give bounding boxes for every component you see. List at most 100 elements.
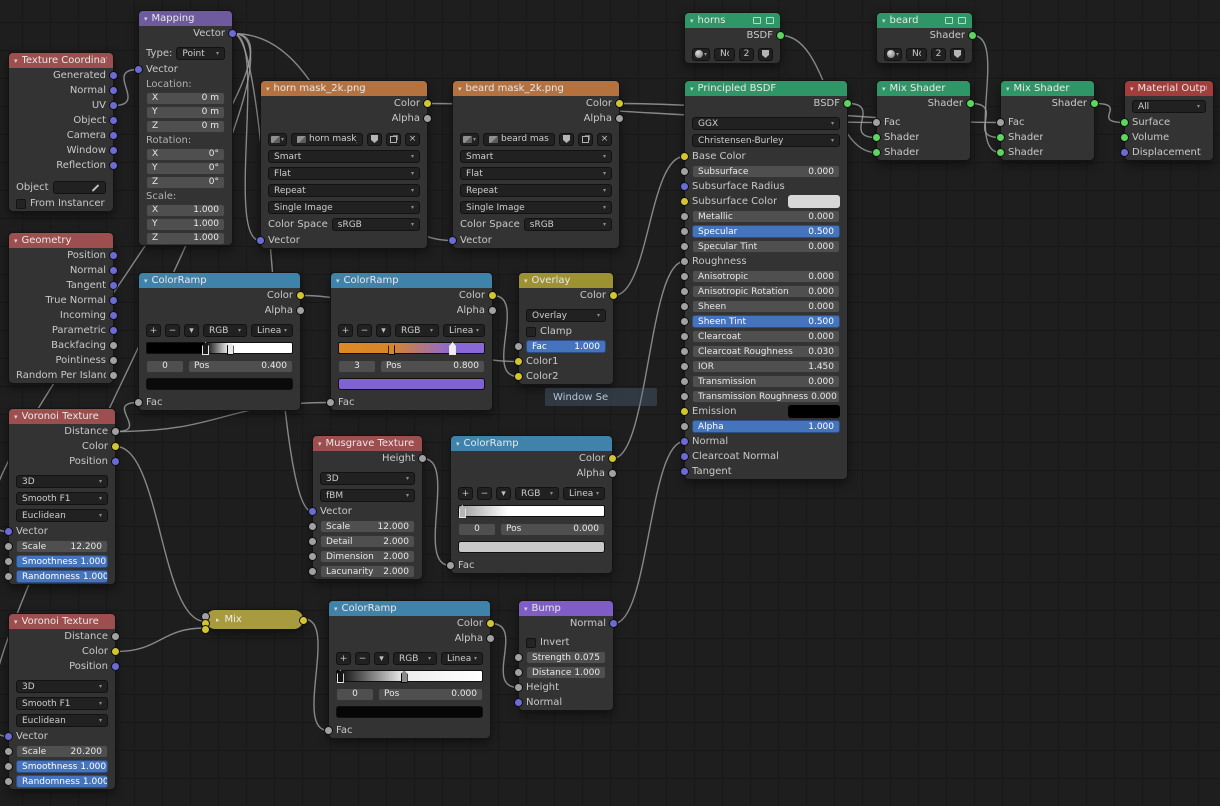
collapse-arrow-icon[interactable]: ▾ [14,618,18,626]
stop-index-field[interactable]: 0 [146,359,184,373]
dropdown-3d[interactable]: 3D ▾ [320,472,415,485]
image-browse-button[interactable]: ▾ [268,132,288,146]
dropdown-flat[interactable]: Flat ▾ [460,167,612,180]
node-header[interactable]: ▾ beard mask_2k.png [453,81,619,96]
fake-user-button[interactable] [950,47,965,61]
socket-horn-mask-vector[interactable] [256,236,265,245]
socket-musgrave-vector[interactable] [308,507,317,516]
gradient-stop[interactable] [458,505,466,518]
socket-principled-clearcoat[interactable] [680,332,689,341]
copy-button[interactable] [386,132,401,146]
fake-user-button[interactable] [559,132,574,146]
gradient-stop[interactable] [449,342,457,355]
dropdown-smart[interactable]: Smart ▾ [460,150,612,163]
socket-mix-shader-1-fac[interactable] [872,118,881,127]
stop-position-slider[interactable]: Pos 0.800 [380,359,485,373]
slider-dimension[interactable]: Dimension 2.000 [320,550,415,563]
node-bump[interactable]: ▾ Bump Normal Invert Strength 0.075 Distance 1.… [514,600,618,711]
dropdown-fbm[interactable]: fBM ▾ [320,489,415,502]
slider-lacunarity[interactable]: Lacunarity 2.000 [320,565,415,578]
socket-mix-shader-2-shader_out[interactable] [1090,99,1099,108]
socket-mix-shader-2-shader1[interactable] [996,133,1005,142]
socket-overlay-color2[interactable] [514,372,523,381]
socket-geometry-normal[interactable] [109,266,118,275]
node-header[interactable]: ▾ Voronoi Texture [9,614,115,629]
socket-texture-coordinate-generated[interactable] [109,71,118,80]
checkbox-invert[interactable] [526,637,536,648]
socket-colorramp-2-fac[interactable] [326,398,335,407]
socket-colorramp-3-color[interactable] [608,454,617,463]
stop-color-swatch[interactable] [336,706,483,718]
socket-texture-coordinate-reflection[interactable] [109,161,118,170]
socket-overlay-color_out[interactable] [609,291,618,300]
collapse-arrow-icon[interactable]: ▾ [14,57,18,65]
dropdown-euclidean[interactable]: Euclidean ▾ [16,714,108,727]
colorramp-menu-button[interactable]: ▾ [376,324,391,337]
node-texture-coordinate[interactable]: ▾ Texture Coordinate Generated Normal UV Obje… [8,52,118,212]
dropdown-3d[interactable]: 3D ▾ [16,475,108,488]
socket-musgrave-detail[interactable] [308,537,317,546]
socket-colorramp-4-alpha[interactable] [486,634,495,643]
colorramp-gradient[interactable] [336,670,483,683]
socket-mix-out[interactable] [299,616,308,625]
dropdown-srgb[interactable]: sRGB ▾ [523,218,612,231]
node-colorramp-1[interactable]: ▾ColorRampColorAlpha+−▾RGB▾Linear▾0Pos0.… [134,272,305,411]
remove-stop-button[interactable]: − [477,487,492,500]
dropdown-flat[interactable]: Flat ▾ [268,167,420,180]
slider-ior[interactable]: IOR 1.450 [692,360,840,373]
dropdown-3d[interactable]: 3D ▾ [16,680,108,693]
socket-mapping-vector_in[interactable] [134,65,143,74]
socket-voronoi-1-distance[interactable] [111,427,120,436]
unlink-button[interactable]: × [405,132,420,146]
interpolation-dropdown[interactable]: Linear▾ [443,324,485,337]
collapse-arrow-icon[interactable]: ▾ [336,277,340,285]
socket-texture-coordinate-window[interactable] [109,146,118,155]
copy-button[interactable] [578,132,593,146]
value-field-y[interactable]: Y 0° [146,161,225,175]
socket-geometry-true_normal[interactable] [109,296,118,305]
slider-distance[interactable]: Distance 1.000 [526,666,606,679]
slider-fac[interactable]: Fac 1.000 [526,340,606,353]
collapse-arrow-icon[interactable]: ▾ [690,85,694,93]
color-mode-dropdown[interactable]: RGB ▾ [515,487,559,500]
socket-voronoi-2-vector[interactable] [4,732,13,741]
socket-mapping-vector_out[interactable] [228,29,237,38]
value-field-x[interactable]: X 1.000 [146,203,225,217]
socket-principled-clearcoat-roughness[interactable] [680,347,689,356]
socket-principled-bsdf[interactable] [843,99,852,108]
collapse-arrow-icon[interactable]: ▾ [14,413,18,421]
slider-scale[interactable]: Scale 20.200 [16,745,108,758]
socket-principled-clearcoat-normal[interactable] [680,452,689,461]
add-stop-button[interactable]: + [338,324,353,337]
group-browse-button[interactable]: ▾ [692,47,711,61]
node-mix-shader-2[interactable]: ▾ Mix Shader Shader Fac Shader Shader [996,80,1099,161]
socket-texture-coordinate-camera[interactable] [109,131,118,140]
collapse-arrow-icon[interactable]: ▾ [144,277,148,285]
socket-colorramp-2-alpha[interactable] [488,306,497,315]
socket-musgrave-height[interactable] [418,454,427,463]
colorramp-gradient[interactable] [338,342,485,355]
node-horns-group[interactable]: ▾hornsBSDF▾NodeG2 [684,12,785,64]
socket-beard-mask-color[interactable] [615,99,624,108]
color-mode-dropdown[interactable]: RGB ▾ [395,324,439,337]
node-mix[interactable]: ▸ Mix [201,609,308,634]
value-field-z[interactable]: Z 0 m [146,119,225,133]
socket-geometry-parametric[interactable] [109,326,118,335]
socket-colorramp-2-color[interactable] [488,291,497,300]
collapse-arrow-icon[interactable]: ▾ [458,85,462,93]
group-name-field[interactable]: NodeG [906,47,927,61]
socket-musgrave-dimension[interactable] [308,552,317,561]
node-header[interactable]: ▾ ColorRamp [139,273,300,288]
socket-geometry-incoming[interactable] [109,311,118,320]
value-field-x[interactable]: X 0 m [146,91,225,105]
gradient-stop[interactable] [336,670,344,683]
gradient-stop[interactable] [388,342,396,355]
slider-scale[interactable]: Scale 12.000 [320,520,415,533]
node-principled[interactable]: ▾ Principled BSDF BSDF GGX ▾ Christensen-Burl… [680,80,852,480]
socket-principled-subsurface[interactable] [680,167,689,176]
socket-material-output-volume[interactable] [1120,133,1129,142]
socket-beard-mask-alpha[interactable] [615,114,624,123]
fake-user-button[interactable] [758,47,773,61]
socket-material-output-displacement[interactable] [1120,148,1129,157]
slider-sheen[interactable]: Sheen 0.000 [692,300,840,313]
